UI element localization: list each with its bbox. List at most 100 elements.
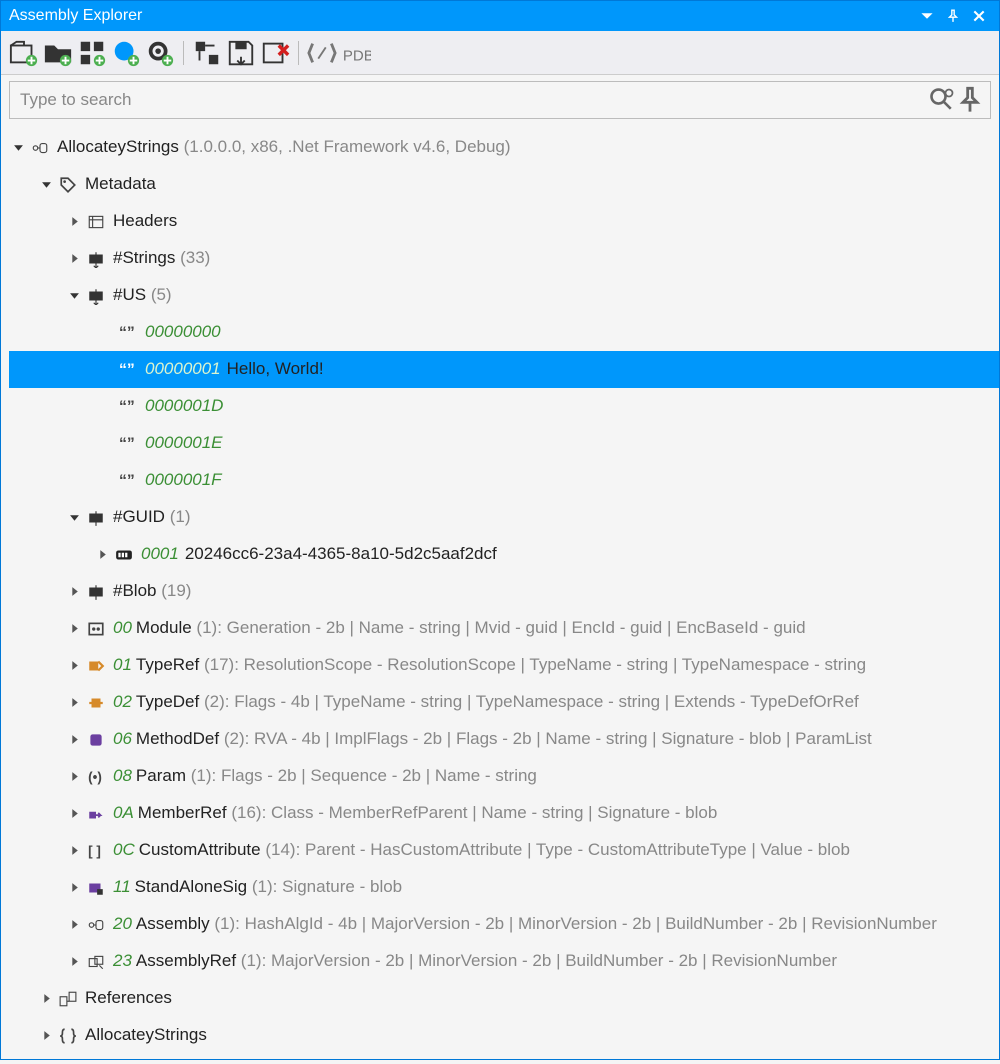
string-entry[interactable]: “” 00000000 (9, 314, 999, 351)
expand-icon[interactable] (65, 583, 83, 601)
metadata-table-node[interactable]: 00Module (1): Generation - 2b | Name - s… (9, 610, 999, 647)
search-box[interactable] (9, 81, 991, 119)
table-detail: : Flags - 2b | Sequence - 2b | Name - st… (212, 766, 537, 785)
expand-icon[interactable] (65, 768, 83, 786)
expand-icon[interactable] (65, 509, 83, 527)
expand-icon[interactable] (65, 953, 83, 971)
metadata-table-node[interactable]: (•)08Param (1): Flags - 2b | Sequence - … (9, 758, 999, 795)
metadata-table-node[interactable]: 23AssemblyRef (1): MajorVersion - 2b | M… (9, 943, 999, 980)
svg-text:[ ]: [ ] (88, 843, 101, 858)
pin-search-icon[interactable] (956, 86, 984, 114)
quote-icon: “” (117, 322, 139, 344)
string-entry[interactable]: “” 00000001 Hello, World! (9, 351, 999, 388)
svg-text:PDB: PDB (343, 47, 371, 64)
expand-icon[interactable] (65, 805, 83, 823)
metadata-table-node[interactable]: 0AMemberRef (16): Class - MemberRefParen… (9, 795, 999, 832)
table-index: 00 (113, 618, 132, 637)
node-count: (19) (161, 581, 191, 600)
node-count: (1) (170, 507, 191, 526)
table-name: TypeRef (136, 655, 199, 674)
svg-text:“”: “” (119, 324, 135, 341)
expand-icon[interactable] (65, 287, 83, 305)
us-node[interactable]: #US (5) (9, 277, 999, 314)
references-node[interactable]: References (9, 980, 999, 1017)
table-count: (14) (265, 840, 295, 859)
string-entry[interactable]: “” 0000001D (9, 388, 999, 425)
stream-icon (85, 581, 107, 603)
metadata-table-node[interactable]: 11StandAloneSig (1): Signature - blob (9, 869, 999, 906)
table-count: (2) (224, 729, 245, 748)
blob-node[interactable]: #Blob (19) (9, 573, 999, 610)
node-label: Headers (113, 211, 177, 231)
expand-icon[interactable] (65, 213, 83, 231)
expand-icon[interactable] (37, 990, 55, 1008)
expand-icon[interactable] (9, 139, 27, 157)
stream-icon (85, 507, 107, 529)
assembly-info: (1.0.0.0, x86, .Net Framework v4.6, Debu… (184, 137, 511, 156)
node-label: AllocateyStrings (85, 1025, 207, 1045)
string-value: Hello, World! (227, 359, 324, 379)
table-count: (1) (214, 914, 235, 933)
string-entry[interactable]: “” 0000001E (9, 425, 999, 462)
open-settings-button[interactable] (145, 38, 175, 68)
guid-value: 20246cc6-23a4-4365-8a10-5d2c5aaf2dcf (185, 544, 497, 563)
open-pdb-button[interactable]: PDB (341, 38, 371, 68)
expand-icon[interactable] (93, 546, 111, 564)
guid-entry[interactable]: 000120246cc6-23a4-4365-8a10-5d2c5aaf2dcf (9, 536, 999, 573)
table-index: 02 (113, 692, 132, 711)
table-count: (17) (204, 655, 234, 674)
string-address: 0000001D (145, 396, 223, 416)
save-button[interactable] (226, 38, 256, 68)
assembly-name: AllocateyStrings (57, 137, 179, 156)
stream-icon (85, 248, 107, 270)
expand-icon[interactable] (65, 657, 83, 675)
headers-node[interactable]: Headers (9, 203, 999, 240)
open-file-button[interactable] (9, 38, 39, 68)
open-nuget-button[interactable] (111, 38, 141, 68)
close-button[interactable] (967, 4, 991, 28)
typedef-icon (85, 692, 107, 714)
expand-icon[interactable] (65, 620, 83, 638)
svg-text:“”: “” (119, 398, 135, 415)
window-title: Assembly Explorer (9, 7, 913, 25)
node-label: #GUID (113, 507, 165, 526)
remove-button[interactable] (260, 38, 290, 68)
table-name: Param (136, 766, 186, 785)
svg-text:(•): (•) (88, 769, 102, 784)
namespace-node[interactable]: AllocateyStrings (9, 1017, 999, 1054)
quote-icon: “” (117, 433, 139, 455)
expand-icon[interactable] (37, 176, 55, 194)
metadata-table-node[interactable]: 20Assembly (1): HashAlgId - 4b | MajorVe… (9, 906, 999, 943)
string-entry[interactable]: “” 0000001F (9, 462, 999, 499)
tree-view: AllocateyStrings (1.0.0.0, x86, .Net Fra… (1, 125, 999, 1064)
table-detail: : HashAlgId - 4b | MajorVersion - 2b | M… (235, 914, 937, 933)
table-count: (1) (252, 877, 273, 896)
open-folder-button[interactable] (43, 38, 73, 68)
table-name: StandAloneSig (135, 877, 247, 896)
toggle-reference-button[interactable] (192, 38, 222, 68)
expand-icon[interactable] (65, 842, 83, 860)
open-xml-button[interactable] (307, 38, 337, 68)
expand-icon[interactable] (65, 916, 83, 934)
toolbar: PDB (1, 31, 999, 75)
expand-icon[interactable] (65, 731, 83, 749)
node-label: Metadata (85, 174, 156, 194)
search-options-icon[interactable] (928, 86, 956, 114)
table-detail: : Parent - HasCustomAttribute | Type - C… (296, 840, 850, 859)
pin-button[interactable] (941, 4, 965, 28)
metadata-table-node[interactable]: 02TypeDef (2): Flags - 4b | TypeName - s… (9, 684, 999, 721)
guid-node[interactable]: #GUID (1) (9, 499, 999, 536)
expand-icon[interactable] (65, 250, 83, 268)
metadata-table-node[interactable]: 06MethodDef (2): RVA - 4b | ImplFlags - … (9, 721, 999, 758)
expand-icon[interactable] (37, 1027, 55, 1045)
search-input[interactable] (20, 90, 928, 110)
open-gac-button[interactable] (77, 38, 107, 68)
metadata-table-node[interactable]: [ ]0CCustomAttribute (14): Parent - HasC… (9, 832, 999, 869)
metadata-node[interactable]: Metadata (9, 166, 999, 203)
assembly-node[interactable]: AllocateyStrings (1.0.0.0, x86, .Net Fra… (9, 129, 999, 166)
strings-node[interactable]: #Strings (33) (9, 240, 999, 277)
expand-icon[interactable] (65, 879, 83, 897)
expand-icon[interactable] (65, 694, 83, 712)
dropdown-button[interactable] (915, 4, 939, 28)
metadata-table-node[interactable]: 01TypeRef (17): ResolutionScope - Resolu… (9, 647, 999, 684)
